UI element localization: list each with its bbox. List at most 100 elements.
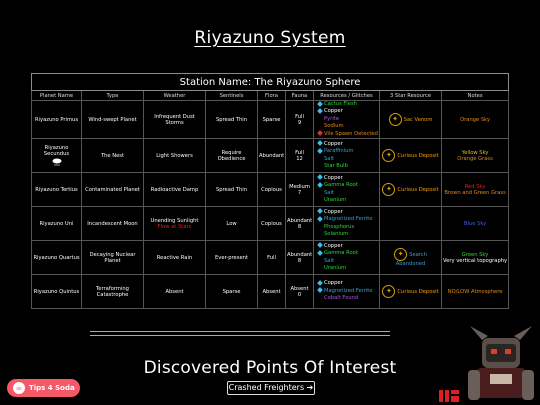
weather-text: Light Showers (156, 152, 193, 159)
planet-name: Riyazuno Tertius (31, 172, 82, 208)
note-line: Orange Grass (457, 155, 493, 162)
planet-fauna: Abundant 8 (285, 240, 314, 276)
diamond-icon (317, 140, 323, 147)
star-resource-name: Curious Deposit (397, 187, 439, 194)
planet-type: Contaminated Planet (81, 172, 144, 208)
resource-name: Salt (324, 155, 334, 162)
resource-item: Copper (317, 280, 378, 287)
planet-resources: Copper Magnetized Ferrite Cobalt Found (313, 274, 380, 310)
resource-item: Cactus Flesh (317, 101, 378, 109)
fauna-count: 8 (297, 257, 302, 264)
planet-name-text: Riyazuno Quintus (33, 288, 80, 295)
resource-item: Star Bulb (318, 163, 378, 170)
resource-item: Magnetized Ferrite (317, 215, 378, 223)
fauna-count: 12 (296, 155, 303, 162)
planet-notes: Red Sky Brown and Green Grass (440, 172, 510, 208)
divider-top (90, 331, 390, 332)
table-row: Riyazuno Uni Incandescent Moon Unending Su… (31, 206, 510, 242)
note-line: Blue Sky (463, 220, 487, 227)
table-row: Riyazuno Primus Wind-swept Planet Infreque… (31, 99, 510, 140)
planet-3star: ✦ Curious Deposit (379, 172, 442, 208)
weather-text: Absent (165, 288, 184, 295)
planet-name-text: Riyazuno Uni (39, 220, 74, 227)
planet-fauna: Medium 7 (285, 172, 314, 208)
star-resource-name: Curious Deposit (397, 289, 439, 296)
planet-type: Wind-swept Planet (81, 99, 144, 140)
col-planet-name: Planet Name (31, 90, 82, 101)
resource-name: Copper (324, 242, 343, 249)
table-row: Riyazuno Quartus Decaying Nuclear Planet R… (31, 240, 510, 276)
planet-weather: Absent (143, 274, 206, 310)
fauna-count: 7 (297, 189, 302, 196)
fauna-level: Abundant (287, 217, 313, 224)
resource-name: Magnetized Ferrite (324, 216, 373, 223)
planet-name-text: Riyazuno Primus (34, 116, 79, 123)
diamond-icon (317, 242, 323, 249)
planet-3star: ✦ Curious Deposit (379, 138, 442, 174)
resource-item: Phosphorus (318, 224, 378, 231)
planet-sentinels: Ever-present (205, 240, 258, 276)
note-line: Very vertical topography (443, 257, 508, 264)
rain-cloud-icon (52, 158, 62, 166)
diamond-icon (317, 174, 323, 181)
brand-logo (439, 390, 459, 402)
resource-name: Cobalt Found (324, 295, 359, 302)
planet-weather: Radioactive Damp (143, 172, 206, 208)
weather-text: Unending Sunlight (150, 217, 199, 224)
cup-icon: ☕ (13, 382, 25, 394)
planet-resources: Copper Magnetized Ferrite Phosphorus Solani… (313, 206, 380, 242)
system-title: Riyazuno System (194, 28, 346, 48)
planet-name: Riyazuno Quintus (31, 274, 82, 310)
planet-notes: Yellow Sky Orange Grass (440, 138, 510, 174)
diamond-icon (317, 147, 323, 154)
resource-name: Copper (324, 108, 343, 115)
resource-name: Solanium (324, 230, 349, 237)
planet-flora: Full (257, 240, 286, 276)
planet-flora: Abundant (257, 138, 286, 174)
planet-notes: Blue Sky (440, 206, 510, 242)
planet-name-text: Riyazuno Quartus (33, 254, 80, 261)
resource-name: Gamma Root (324, 250, 358, 257)
resource-item: Sodium (318, 123, 378, 130)
resource-name: Copper (324, 208, 343, 215)
resource-item: Magnetized Ferrite (317, 287, 378, 295)
planet-weather: Reactive Rain (143, 240, 206, 276)
col-flora: Flora (257, 90, 286, 101)
planet-type: Incandescent Moon (81, 206, 144, 242)
resource-item: Paraffinium (317, 147, 378, 155)
planet-flora: Copious (257, 206, 286, 242)
planet-fauna: Full 12 (285, 138, 314, 174)
weather-text: Infrequent Dust Storms (154, 113, 195, 126)
resource-name: Pyrite (324, 115, 339, 122)
planet-sentinels: Require Obedience (205, 138, 258, 174)
planet-name: Riyazuno Quartus (31, 240, 82, 276)
resource-item: Salt (318, 190, 378, 197)
tips-button[interactable]: ☕ Tips 4 Soda (7, 379, 80, 397)
planet-weather: Infrequent Dust Storms (143, 99, 206, 140)
resource-name: Cactus Flesh (324, 101, 357, 107)
planet-weather: Unending Sunlight Flow at Stars (143, 206, 206, 242)
resource-item: Uranium (318, 197, 378, 204)
planet-name-text: Riyazuno Secundus (43, 145, 70, 158)
planet-3star: ✦ Search Abandoned (379, 240, 442, 276)
resource-name: Copper (324, 174, 343, 181)
diamond-icon (317, 101, 323, 107)
planet-name-text: Riyazuno Tertius (35, 186, 78, 193)
resource-name: Gamma Root (324, 182, 358, 189)
planet-name: Riyazuno Secundus (31, 138, 82, 174)
planet-resources: Copper Gamma Root Salt Uranium (313, 240, 380, 276)
planet-table: Station Name: The Riyazuno Sphere Planet… (30, 73, 510, 310)
diamond-icon (317, 108, 323, 114)
table-row: Riyazuno Tertius Contaminated Planet Radio… (31, 172, 510, 208)
planet-type: The Nest (81, 138, 144, 174)
planet-flora: Sparse (257, 99, 286, 140)
resource-name: Magnetized Ferrite (324, 287, 373, 294)
crashed-freighters-link[interactable]: Crashed Freighters ➔ (227, 381, 315, 395)
robot-mascot (468, 326, 534, 400)
resource-item: Copper (317, 242, 378, 250)
resource-name: Salt (324, 189, 334, 196)
resource-name: Sodium (324, 123, 344, 130)
resource-item: Copper (317, 208, 378, 216)
resource-item: Solanium (318, 231, 378, 238)
arrow-right-icon: ➔ (306, 383, 314, 392)
